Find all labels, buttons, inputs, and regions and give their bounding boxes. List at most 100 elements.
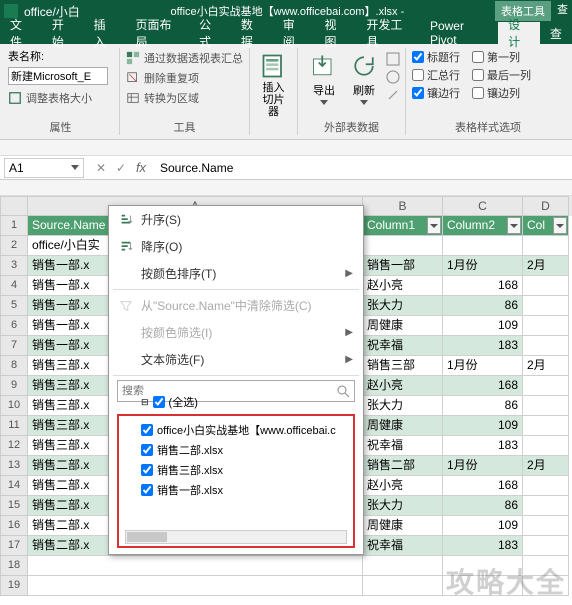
row-header[interactable]: 1 (0, 216, 28, 236)
cell[interactable] (363, 576, 443, 596)
row-header[interactable]: 12 (0, 436, 28, 456)
cell[interactable]: Column2 (443, 216, 523, 236)
cell[interactable]: 1月份 (443, 456, 523, 476)
cell[interactable] (523, 416, 569, 436)
cell[interactable] (28, 576, 363, 596)
row-header[interactable]: 11 (0, 416, 28, 436)
cell[interactable] (523, 516, 569, 536)
cell[interactable]: 周健康 (363, 416, 443, 436)
cell[interactable]: 周健康 (363, 516, 443, 536)
cell[interactable] (523, 276, 569, 296)
cell[interactable] (523, 436, 569, 456)
cell[interactable]: 销售二部 (363, 456, 443, 476)
cell[interactable]: 109 (443, 516, 523, 536)
cell[interactable]: Col (523, 216, 569, 236)
row-header[interactable]: 14 (0, 476, 28, 496)
filter-item[interactable]: 销售二部.xlsx (125, 440, 347, 460)
filter-drop-icon[interactable] (427, 217, 441, 234)
cell[interactable] (363, 556, 443, 576)
menu-数据[interactable]: 数据 (231, 22, 273, 44)
cell[interactable] (523, 476, 569, 496)
chk-header[interactable]: 标题行 (412, 48, 460, 66)
export-button[interactable]: 导出 (304, 48, 344, 109)
cell[interactable]: 1月份 (443, 356, 523, 376)
browser-icon[interactable] (386, 70, 400, 84)
filter-item[interactable]: 销售三部.xlsx (125, 460, 347, 480)
dedup-button[interactable]: 删除重复项 (126, 68, 243, 88)
row-header[interactable]: 2 (0, 236, 28, 256)
chk-band-col[interactable]: 镶边列 (472, 84, 531, 102)
cell[interactable]: 赵小亮 (363, 376, 443, 396)
cell[interactable] (523, 296, 569, 316)
cell[interactable]: 86 (443, 296, 523, 316)
filter-item[interactable]: office小白实战基地【www.officebai.c (125, 420, 347, 440)
cell[interactable]: 张大力 (363, 396, 443, 416)
row-header[interactable]: 15 (0, 496, 28, 516)
menu-审阅[interactable]: 审阅 (273, 22, 315, 44)
row-header[interactable]: 17 (0, 536, 28, 556)
cell[interactable]: 赵小亮 (363, 476, 443, 496)
cell[interactable]: Column1 (363, 216, 443, 236)
filter-item[interactable]: 销售一部.xlsx (125, 480, 347, 500)
cell[interactable]: 183 (443, 536, 523, 556)
cell[interactable] (28, 556, 363, 576)
row-header[interactable]: 5 (0, 296, 28, 316)
cell[interactable]: 销售三部 (363, 356, 443, 376)
filter-drop-icon[interactable] (507, 217, 521, 234)
slicer-button[interactable]: 插入 切片器 (256, 48, 291, 122)
cell[interactable]: 168 (443, 276, 523, 296)
cell[interactable]: 2月 (523, 256, 569, 276)
cell[interactable]: 销售一部 (363, 256, 443, 276)
row-header[interactable]: 13 (0, 456, 28, 476)
fx-icon[interactable]: fx (132, 159, 150, 177)
cell[interactable]: 张大力 (363, 496, 443, 516)
cell[interactable]: 109 (443, 316, 523, 336)
cell[interactable]: 周健康 (363, 316, 443, 336)
cell[interactable] (523, 336, 569, 356)
row-header[interactable]: 18 (0, 556, 28, 576)
menu-设计[interactable]: 设计 (498, 22, 540, 44)
chk-band-row[interactable]: 镶边行 (412, 84, 460, 102)
row-header[interactable]: 16 (0, 516, 28, 536)
refresh-button[interactable]: 刷新 (344, 48, 384, 109)
cell[interactable]: 张大力 (363, 296, 443, 316)
cell[interactable]: 183 (443, 436, 523, 456)
table-name-input[interactable] (8, 67, 108, 85)
cell[interactable]: 183 (443, 336, 523, 356)
cell[interactable]: 168 (443, 476, 523, 496)
resize-table-button[interactable]: 调整表格大小 (8, 88, 113, 108)
cell[interactable] (523, 316, 569, 336)
cell[interactable] (523, 496, 569, 516)
cell[interactable]: 祝幸福 (363, 436, 443, 456)
cell[interactable] (363, 236, 443, 256)
enter-icon[interactable]: ✓ (112, 159, 130, 177)
row-header[interactable]: 3 (0, 256, 28, 276)
pivot-button[interactable]: 通过数据透视表汇总 (126, 48, 243, 68)
cell[interactable]: 赵小亮 (363, 276, 443, 296)
chk-first-col[interactable]: 第一列 (472, 48, 531, 66)
menu-视图[interactable]: 视图 (315, 22, 357, 44)
row-header[interactable]: 8 (0, 356, 28, 376)
col-header-b[interactable]: B (363, 196, 443, 216)
sort-asc[interactable]: 升序(S) (109, 206, 363, 233)
cell[interactable]: 1月份 (443, 256, 523, 276)
chk-last-col[interactable]: 最后一列 (472, 66, 531, 84)
col-header-c[interactable]: C (443, 196, 523, 216)
menu-开发工具[interactable]: 开发工具 (356, 22, 420, 44)
cell[interactable] (443, 236, 523, 256)
sort-by-color[interactable]: 按颜色排序(T)▶ (109, 260, 363, 287)
chk-total[interactable]: 汇总行 (412, 66, 460, 84)
sort-desc[interactable]: 降序(O) (109, 233, 363, 260)
props-icon[interactable] (386, 52, 400, 66)
row-header[interactable]: 4 (0, 276, 28, 296)
cell[interactable]: 86 (443, 396, 523, 416)
cell[interactable]: 2月 (523, 356, 569, 376)
menu-查[interactable]: 查 (540, 22, 572, 44)
row-header[interactable]: 6 (0, 316, 28, 336)
row-header[interactable]: 9 (0, 376, 28, 396)
text-filter[interactable]: 文本筛选(F)▶ (109, 346, 363, 373)
menu-公式[interactable]: 公式 (189, 22, 231, 44)
menu-插入[interactable]: 插入 (84, 22, 126, 44)
filter-drop-icon[interactable] (553, 217, 567, 234)
unlink-icon[interactable] (386, 88, 400, 102)
